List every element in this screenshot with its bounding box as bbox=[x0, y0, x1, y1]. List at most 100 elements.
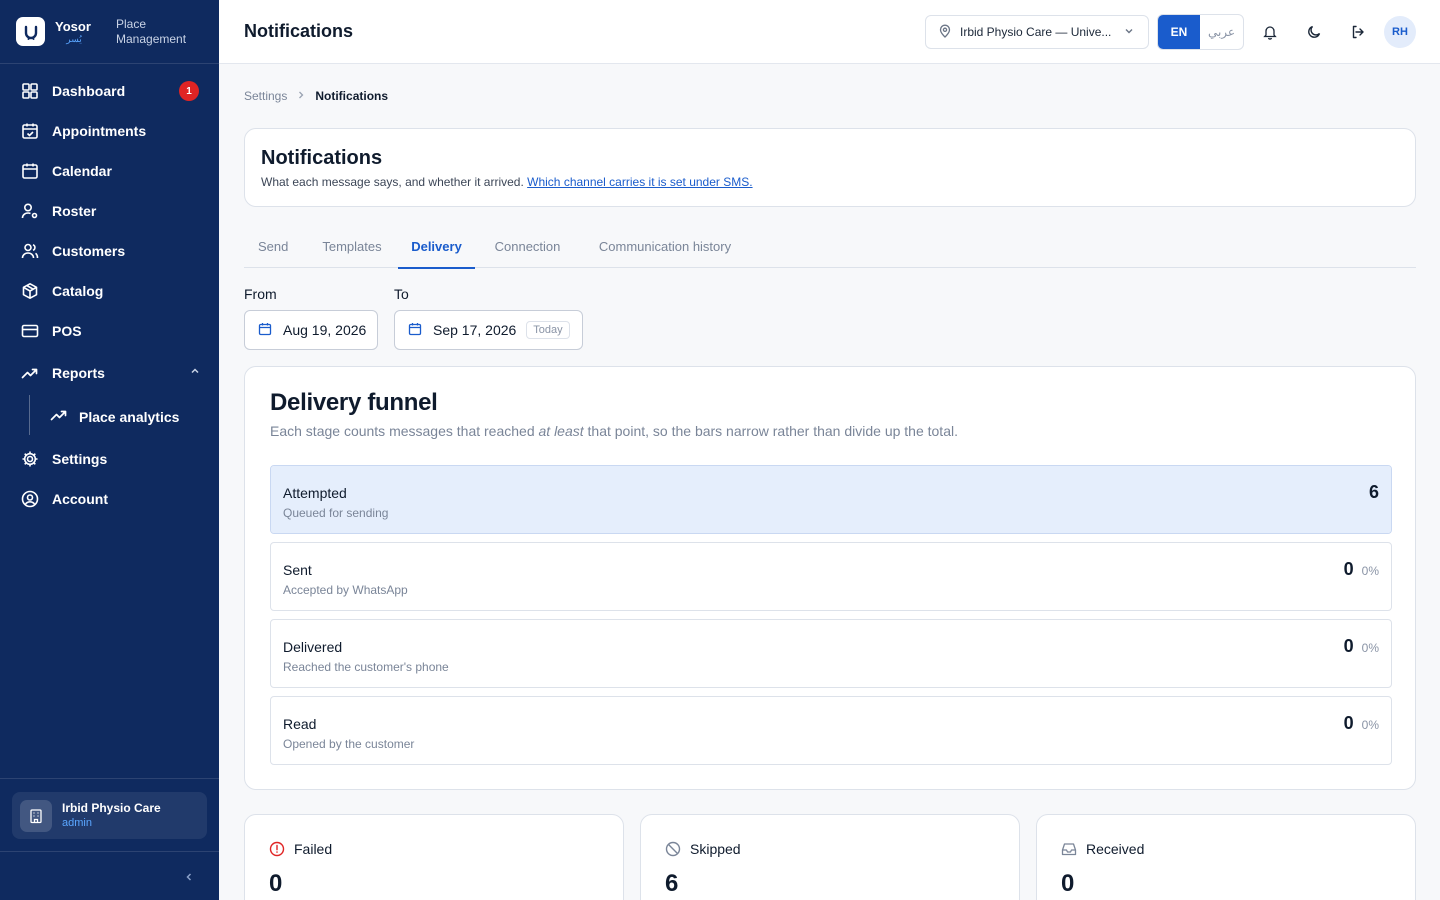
stat-label: Failed bbox=[294, 841, 333, 857]
ban-icon bbox=[665, 841, 681, 857]
sms-settings-link[interactable]: Which channel carries it is set under SM… bbox=[527, 175, 752, 189]
sidebar-item-reports[interactable]: Reports bbox=[0, 351, 219, 395]
sidebar: Yosor يُسر Place Management Dashboard 1 … bbox=[0, 0, 219, 900]
sidebar-item-calendar[interactable]: Calendar bbox=[0, 151, 219, 191]
sidebar-item-account[interactable]: Account bbox=[0, 479, 219, 519]
sidebar-item-settings[interactable]: Settings bbox=[0, 439, 219, 479]
gear-icon bbox=[20, 449, 40, 469]
stage-name: Attempted bbox=[283, 485, 347, 501]
lang-ar-button[interactable]: عربي bbox=[1200, 15, 1243, 49]
stage-count-value: 0 bbox=[1343, 713, 1354, 733]
tab-send[interactable]: Send bbox=[244, 232, 302, 268]
tab-templates[interactable]: Templates bbox=[306, 232, 398, 268]
place-card[interactable]: Irbid Physio Care admin bbox=[12, 792, 207, 839]
sidebar-item-label: Catalog bbox=[52, 283, 104, 299]
to-date-value: Sep 17, 2026 bbox=[433, 322, 517, 338]
to-label: To bbox=[394, 286, 409, 302]
stage-count: 0 0% bbox=[1344, 713, 1379, 734]
funnel-description: Each stage counts messages that reached … bbox=[270, 423, 958, 439]
page-description: What each message says, and whether it a… bbox=[261, 175, 1399, 189]
funnel-desc-emphasis: at least bbox=[538, 423, 584, 439]
sidebar-item-appointments[interactable]: Appointments bbox=[0, 111, 219, 151]
funnel-stage-attempted: Attempted Queued for sending 6 bbox=[270, 465, 1392, 534]
delivery-funnel-card: Delivery funnel Each stage counts messag… bbox=[244, 366, 1416, 790]
breadcrumb-settings[interactable]: Settings bbox=[244, 89, 287, 103]
place-select[interactable]: Irbid Physio Care — Unive... bbox=[925, 15, 1149, 49]
stage-percent: 0% bbox=[1361, 718, 1379, 732]
from-date-value: Aug 19, 2026 bbox=[283, 322, 367, 338]
tab-communication-history[interactable]: Communication history bbox=[580, 232, 750, 268]
stage-count-value: 6 bbox=[1368, 482, 1379, 502]
to-date-input[interactable]: Sep 17, 2026 Today bbox=[394, 310, 583, 350]
stat-card-failed: Failed 0 bbox=[244, 814, 624, 900]
brand-name-arabic: يُسر bbox=[66, 34, 82, 44]
place-name: Irbid Physio Care bbox=[62, 801, 161, 815]
lang-en-button[interactable]: EN bbox=[1158, 15, 1200, 49]
funnel-stage-delivered: Delivered Reached the customer's phone 0… bbox=[270, 619, 1392, 688]
sidebar-item-label: POS bbox=[52, 323, 82, 339]
calendar-icon bbox=[408, 322, 422, 339]
language-switcher: EN عربي bbox=[1157, 14, 1244, 50]
stage-count: 0 0% bbox=[1344, 636, 1379, 657]
from-date-input[interactable]: Aug 19, 2026 bbox=[244, 310, 378, 350]
today-chip[interactable]: Today bbox=[526, 321, 570, 339]
stat-label: Received bbox=[1086, 841, 1145, 857]
moon-icon[interactable] bbox=[1304, 22, 1324, 42]
sidebar-item-roster[interactable]: Roster bbox=[0, 191, 219, 231]
stat-card-received: Received 0 bbox=[1036, 814, 1416, 900]
user-circle-icon bbox=[20, 489, 40, 509]
stage-name: Read bbox=[283, 716, 317, 732]
sidebar-item-pos[interactable]: POS bbox=[0, 311, 219, 351]
bell-icon[interactable] bbox=[1260, 22, 1280, 42]
tab-connection[interactable]: Connection bbox=[475, 232, 580, 268]
stage-subtitle: Reached the customer's phone bbox=[283, 660, 449, 674]
stage-count-value: 0 bbox=[1343, 636, 1354, 656]
trending-up-icon bbox=[50, 406, 68, 429]
page-description-text: What each message says, and whether it a… bbox=[261, 175, 524, 189]
sidebar-item-label: Place analytics bbox=[79, 409, 180, 425]
inbox-icon bbox=[1061, 841, 1077, 857]
sidebar-item-dashboard[interactable]: Dashboard 1 bbox=[0, 71, 219, 111]
calendar-icon bbox=[258, 322, 272, 339]
funnel-stage-sent: Sent Accepted by WhatsApp 0 0% bbox=[270, 542, 1392, 611]
stage-count: 0 0% bbox=[1344, 559, 1379, 580]
stage-name: Sent bbox=[283, 562, 312, 578]
sidebar-item-label: Reports bbox=[52, 365, 105, 381]
sidebar-item-label: Settings bbox=[52, 451, 108, 467]
funnel-desc-pre: Each stage counts messages that reached bbox=[270, 423, 535, 439]
trending-up-icon bbox=[20, 363, 40, 383]
funnel-stage-read: Read Opened by the customer 0 0% bbox=[270, 696, 1392, 765]
box-icon bbox=[20, 281, 40, 301]
page-title-card: Notifications What each message says, an… bbox=[244, 128, 1416, 207]
sidebar-nav: Dashboard 1 Appointments Calendar Roster… bbox=[0, 64, 219, 519]
stage-subtitle: Queued for sending bbox=[283, 506, 389, 520]
chevron-up-icon[interactable] bbox=[189, 364, 201, 382]
sidebar-item-place-analytics[interactable]: Place analytics bbox=[0, 395, 219, 439]
place-select-value: Irbid Physio Care — Unive... bbox=[960, 25, 1112, 39]
avatar[interactable]: RH bbox=[1384, 16, 1416, 48]
sidebar-item-label: Account bbox=[52, 491, 108, 507]
notification-badge: 1 bbox=[179, 81, 199, 101]
stat-value: 0 bbox=[1061, 870, 1075, 897]
logout-icon[interactable] bbox=[1348, 22, 1368, 42]
breadcrumb-current: Notifications bbox=[315, 89, 389, 103]
stage-count: 6 bbox=[1369, 482, 1379, 503]
map-pin-icon bbox=[938, 24, 952, 41]
brand-subtitle: Place Management bbox=[116, 16, 187, 46]
tab-bar: Send Templates Delivery Connection Commu… bbox=[244, 232, 1416, 269]
sidebar-item-customers[interactable]: Customers bbox=[0, 231, 219, 271]
stage-subtitle: Accepted by WhatsApp bbox=[283, 583, 408, 597]
from-label: From bbox=[244, 286, 277, 302]
sidebar-item-label: Customers bbox=[52, 243, 126, 259]
alert-circle-icon bbox=[269, 841, 285, 857]
sidebar-item-label: Roster bbox=[52, 203, 97, 219]
building-icon bbox=[20, 799, 52, 832]
tab-delivery[interactable]: Delivery bbox=[398, 232, 475, 269]
logo-icon bbox=[16, 17, 45, 46]
sidebar-item-catalog[interactable]: Catalog bbox=[0, 271, 219, 311]
dashboard-icon bbox=[20, 81, 40, 101]
stat-value: 0 bbox=[269, 870, 283, 897]
calendar-icon bbox=[20, 161, 40, 181]
chevron-left-icon[interactable] bbox=[183, 870, 195, 888]
user-gear-icon bbox=[20, 201, 40, 221]
